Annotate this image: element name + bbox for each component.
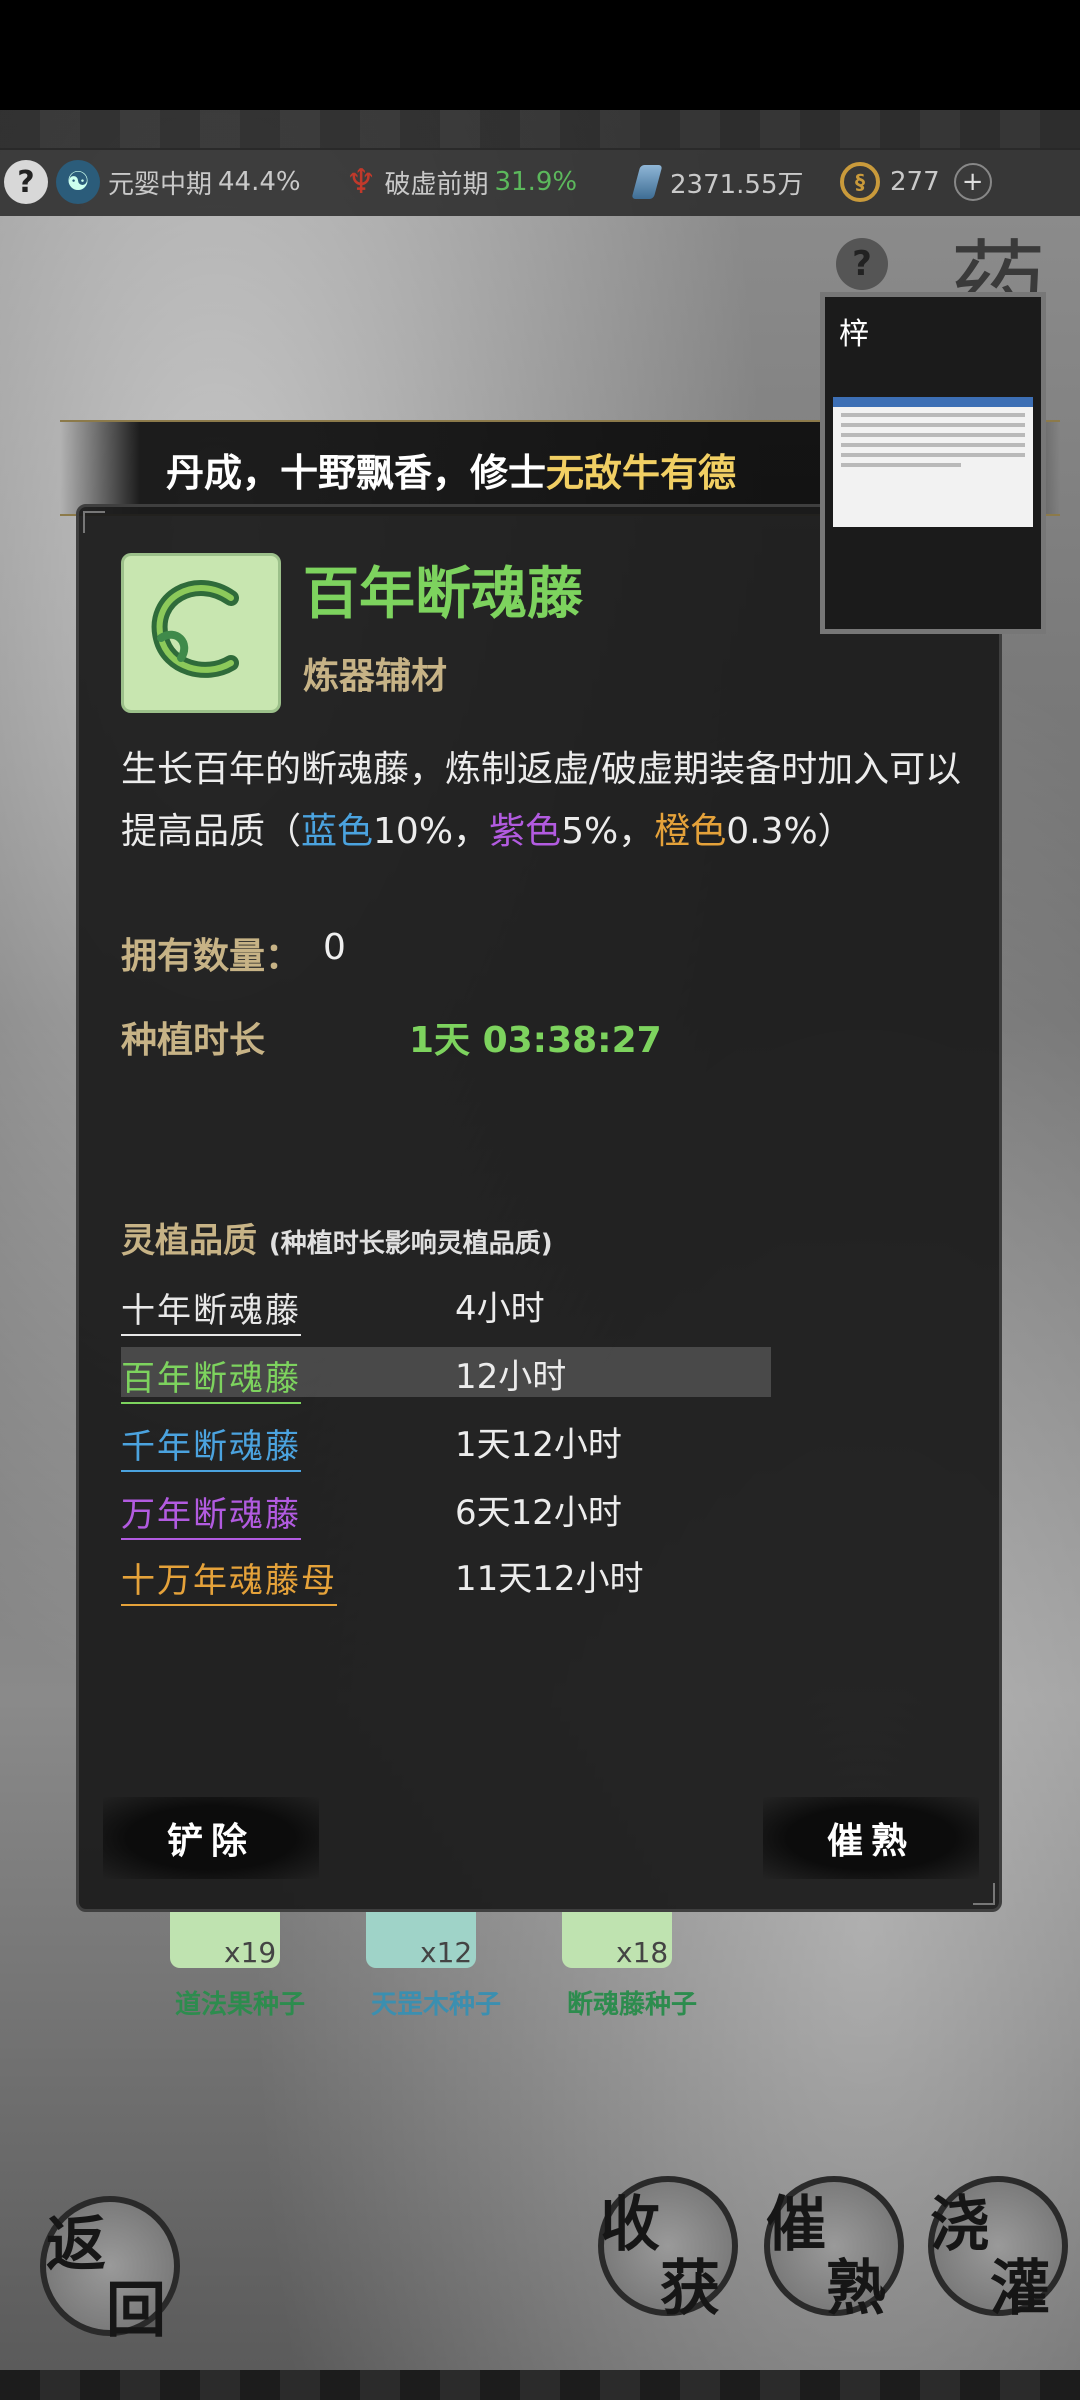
quality-row: 千年断魂藤 1天12小时 (121, 1415, 771, 1472)
quality-row: 十万年魂藤母 11天12小时 (121, 1549, 771, 1606)
back-label-2: 回 (106, 2276, 166, 2346)
page-help-icon[interactable]: ? (836, 238, 888, 290)
water-button[interactable]: 浇 灌 (928, 2176, 1068, 2324)
top-ornament (0, 110, 1080, 150)
seed-count: x18 (616, 1936, 669, 1969)
screen-share-overlay[interactable]: 梓 (820, 292, 1046, 634)
quality-time: 1天12小时 (455, 1425, 622, 1465)
blue-quality-value: 10%， (373, 811, 490, 852)
quality-section-title: 灵植品质 (种植时长影响灵植品质) (121, 1213, 553, 1262)
quality-title: 灵植品质 (121, 1221, 257, 1261)
overlay-label: 梓 (839, 317, 869, 352)
purple-quality-label: 紫色 (489, 811, 562, 852)
orange-quality-value: 0.3%） (726, 811, 854, 852)
seed-item[interactable]: x19 道法果种子 (150, 1912, 320, 2020)
owned-label: 拥有数量： (121, 936, 302, 977)
seed-item[interactable]: x18 断魂藤种子 (542, 1912, 712, 2020)
help-icon[interactable]: ? (4, 160, 48, 204)
breakthrough-label: 破虚前期 (384, 169, 489, 200)
quality-name: 十万年魂藤母 (121, 1553, 337, 1606)
item-name: 百年断魂藤 (303, 562, 583, 627)
harvest-label-1: 收 (600, 2190, 660, 2260)
grow-duration-label: 种植时长 (121, 1020, 266, 1061)
flame-icon: ♆ (346, 162, 377, 202)
realm-label: 元婴中期 (108, 169, 213, 200)
realm-percent: 44.4% (218, 167, 301, 197)
quality-time: 11天12小时 (455, 1559, 644, 1599)
water-label-1: 浇 (930, 2190, 990, 2260)
ticker-player-name: 无敌牛有德 (546, 451, 737, 495)
realm-status: ☯ 元婴中期 44.4% (56, 148, 301, 216)
coins: § 277 + (840, 148, 992, 216)
ripen-label-1: 催 (766, 2190, 826, 2260)
corner-ornament (973, 1883, 995, 1905)
quality-row-current: 百年断魂藤 12小时 (121, 1347, 771, 1404)
vine-icon (121, 553, 281, 713)
back-label-1: 返 (46, 2210, 106, 2280)
quality-row: 十年断魂藤 4小时 (121, 1279, 771, 1336)
add-icon[interactable]: + (953, 163, 992, 201)
ripen-action-button[interactable]: 催 熟 (764, 2176, 904, 2324)
item-description: 生长百年的断魂藤，炼制返虚/破虚期装备时加入可以提高品质（蓝色10%，紫色5%，… (121, 739, 981, 863)
cultivation-icon: ☯ (56, 160, 100, 204)
ripen-button[interactable]: 催熟 (763, 1797, 979, 1879)
spirit-stone-icon (631, 165, 663, 199)
quality-name: 千年断魂藤 (121, 1419, 301, 1472)
quality-time: 12小时 (455, 1357, 567, 1397)
ripen-label-2: 熟 (826, 2254, 886, 2324)
item-type: 炼器辅材 (303, 656, 448, 697)
water-label-2: 灌 (990, 2254, 1050, 2324)
quality-time: 4小时 (455, 1289, 545, 1329)
quality-name: 十年断魂藤 (121, 1283, 301, 1336)
seed-count: x19 (224, 1936, 277, 1969)
blue-quality-label: 蓝色 (301, 811, 374, 852)
quality-name: 万年断魂藤 (121, 1487, 301, 1540)
coin-icon: § (840, 162, 880, 202)
bottom-ornament (0, 2370, 1080, 2400)
corner-ornament (83, 511, 105, 533)
orange-quality-label: 橙色 (654, 811, 727, 852)
quality-time: 6天12小时 (455, 1493, 622, 1533)
resource-bar: ? ☯ 元婴中期 44.4% ♆ 破虚前期 31.9% 2371.55万 § 2… (0, 148, 1080, 216)
seed-name: 断魂藤种子 (566, 1990, 697, 2020)
item-detail-dialog: 百年断魂藤 炼器辅材 生长百年的断魂藤，炼制返虚/破虚期装备时加入可以提高品质（… (76, 504, 1002, 1912)
spirit-stone-count: 2371.55万 (670, 169, 804, 200)
purple-quality-value: 5%， (561, 811, 655, 852)
back-button[interactable]: 返 回 (40, 2196, 180, 2346)
seed-name: 天罡木种子 (370, 1990, 501, 2020)
harvest-label-2: 获 (660, 2254, 720, 2324)
ticker-text: 丹成，十野飘香，修士 (166, 451, 547, 495)
seed-name: 道法果种子 (174, 1990, 305, 2020)
seed-item[interactable]: x12 天罡木种子 (346, 1912, 516, 2020)
grow-duration-value: 1天 03:38:27 (409, 1020, 662, 1061)
overlay-thumbnail (833, 397, 1033, 527)
remove-button[interactable]: 铲除 (103, 1797, 319, 1879)
seed-count: x12 (420, 1936, 473, 1969)
coin-count: 277 (890, 167, 940, 197)
quality-row: 万年断魂藤 6天12小时 (121, 1483, 771, 1540)
quality-name: 百年断魂藤 (121, 1351, 301, 1404)
breakthrough-status: ♆ 破虚前期 31.9% (346, 148, 577, 216)
quality-note: (种植时长影响灵植品质) (268, 1229, 553, 1259)
owned-value: 0 (323, 927, 346, 968)
harvest-button[interactable]: 收 获 (598, 2176, 738, 2324)
breakthrough-percent: 31.9% (494, 167, 578, 197)
spirit-stones: 2371.55万 (631, 148, 804, 216)
